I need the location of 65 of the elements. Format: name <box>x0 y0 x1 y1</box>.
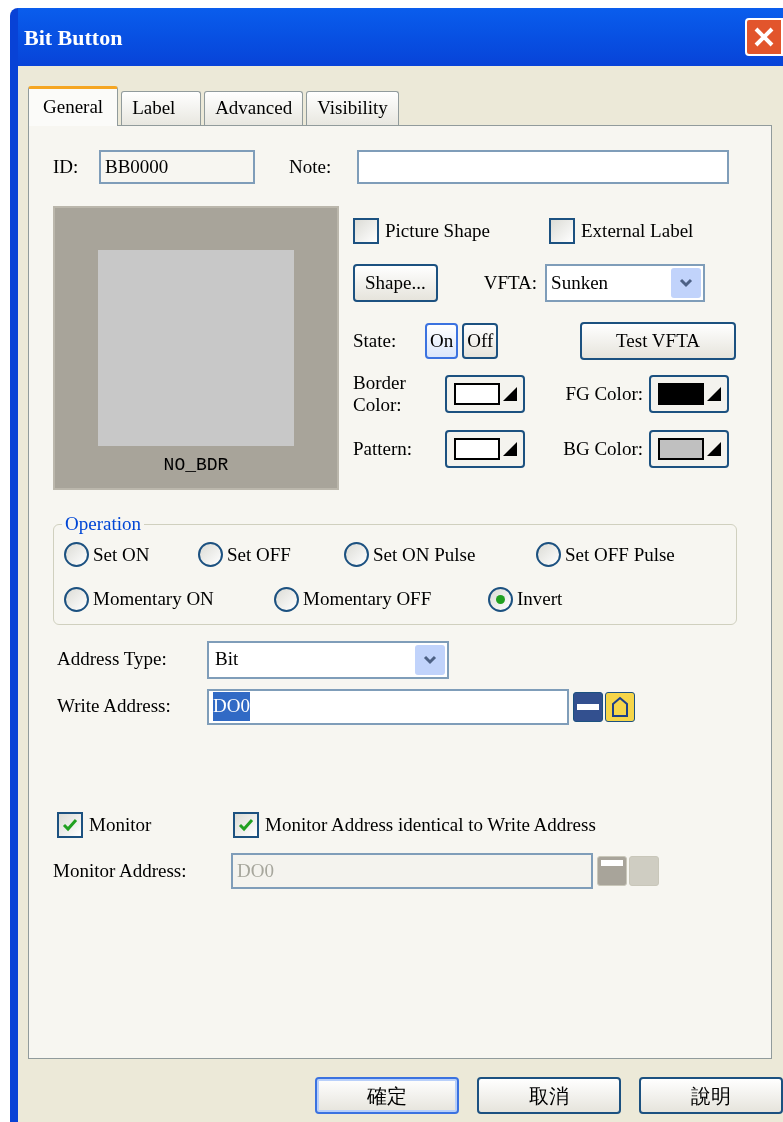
radio-button[interactable] <box>488 586 513 612</box>
tab[interactable]: Visibility <box>306 91 399 125</box>
dialog-button[interactable]: 確定 <box>315 1077 459 1114</box>
radio-button[interactable] <box>64 542 89 568</box>
address-type-label: Address Type: <box>57 647 168 672</box>
check-icon <box>62 817 78 832</box>
triangle-icon <box>502 442 517 456</box>
close-icon <box>753 26 775 48</box>
preview-caption: NO_BDR <box>163 454 229 477</box>
window-title: Bit Button <box>24 23 123 52</box>
radio-label: Set OFF <box>227 542 291 567</box>
radio-label: Set OFF Pulse <box>565 542 675 567</box>
checkbox[interactable] <box>233 811 259 838</box>
write-address-field[interactable]: DO0 <box>207 688 569 725</box>
radio-label: Set ON Pulse <box>373 542 476 567</box>
close-button[interactable] <box>745 18 783 56</box>
triangle-icon <box>706 387 721 401</box>
checkbox-label: Monitor <box>89 812 152 837</box>
id-label: ID: <box>53 154 80 179</box>
state-toggle-button[interactable]: Off <box>462 323 499 359</box>
radio-label: Momentary ON <box>93 587 214 611</box>
note-label: Note: <box>289 154 333 179</box>
note-field[interactable] <box>357 150 729 184</box>
radio-button[interactable] <box>198 542 223 568</box>
color-picker-button[interactable] <box>649 430 729 468</box>
checkbox-label: External Label <box>581 218 694 243</box>
group-title: Operation <box>64 512 142 536</box>
color-picker-button[interactable] <box>649 375 729 413</box>
triangle-icon <box>706 442 721 456</box>
color-label: Border Color: <box>353 372 407 416</box>
radio-button[interactable] <box>64 586 89 612</box>
checkbox[interactable] <box>57 811 83 838</box>
checkbox-label: Monitor Address identical to Write Address <box>265 812 596 837</box>
checkbox-label: Picture Shape <box>385 218 490 243</box>
id-field[interactable]: BB0000 <box>99 150 255 184</box>
radio-label: Momentary OFF <box>303 587 432 611</box>
radio-button[interactable] <box>536 542 561 568</box>
state-label: State: <box>353 328 398 353</box>
tab[interactable]: Label <box>121 91 202 125</box>
vfta-dropdown[interactable]: Sunken <box>545 264 706 302</box>
monitor-address-label: Monitor Address: <box>53 858 188 883</box>
vfta-label: VFTA: <box>483 270 538 295</box>
dialog-button[interactable]: 取消 <box>477 1077 621 1114</box>
tab[interactable]: Advanced <box>204 91 304 125</box>
tab[interactable]: General <box>28 86 119 126</box>
checkbox[interactable] <box>549 218 575 244</box>
color-picker-button[interactable] <box>445 430 525 468</box>
check-icon <box>238 817 254 832</box>
shape-button[interactable]: Shape... <box>353 264 438 302</box>
test-vfta-button[interactable]: Test VFTA <box>580 322 736 360</box>
triangle-icon <box>502 387 517 401</box>
calculator-icon[interactable] <box>573 691 603 722</box>
checkbox[interactable] <box>353 218 379 244</box>
color-label: FG Color: <box>564 383 644 405</box>
radio-label: Set ON <box>93 542 150 567</box>
address-type-dropdown[interactable]: Bit <box>207 640 449 679</box>
state-toggle-button[interactable]: On <box>425 323 459 359</box>
color-label: Pattern: <box>353 438 414 460</box>
color-picker-button[interactable] <box>445 375 525 413</box>
dialog-button[interactable]: 說明 <box>639 1077 783 1114</box>
radio-button[interactable] <box>344 542 369 568</box>
radio-label: Invert <box>517 587 563 611</box>
write-address-label: Write Address: <box>57 694 172 719</box>
radio-button[interactable] <box>274 586 299 612</box>
color-label: BG Color: <box>562 438 644 460</box>
